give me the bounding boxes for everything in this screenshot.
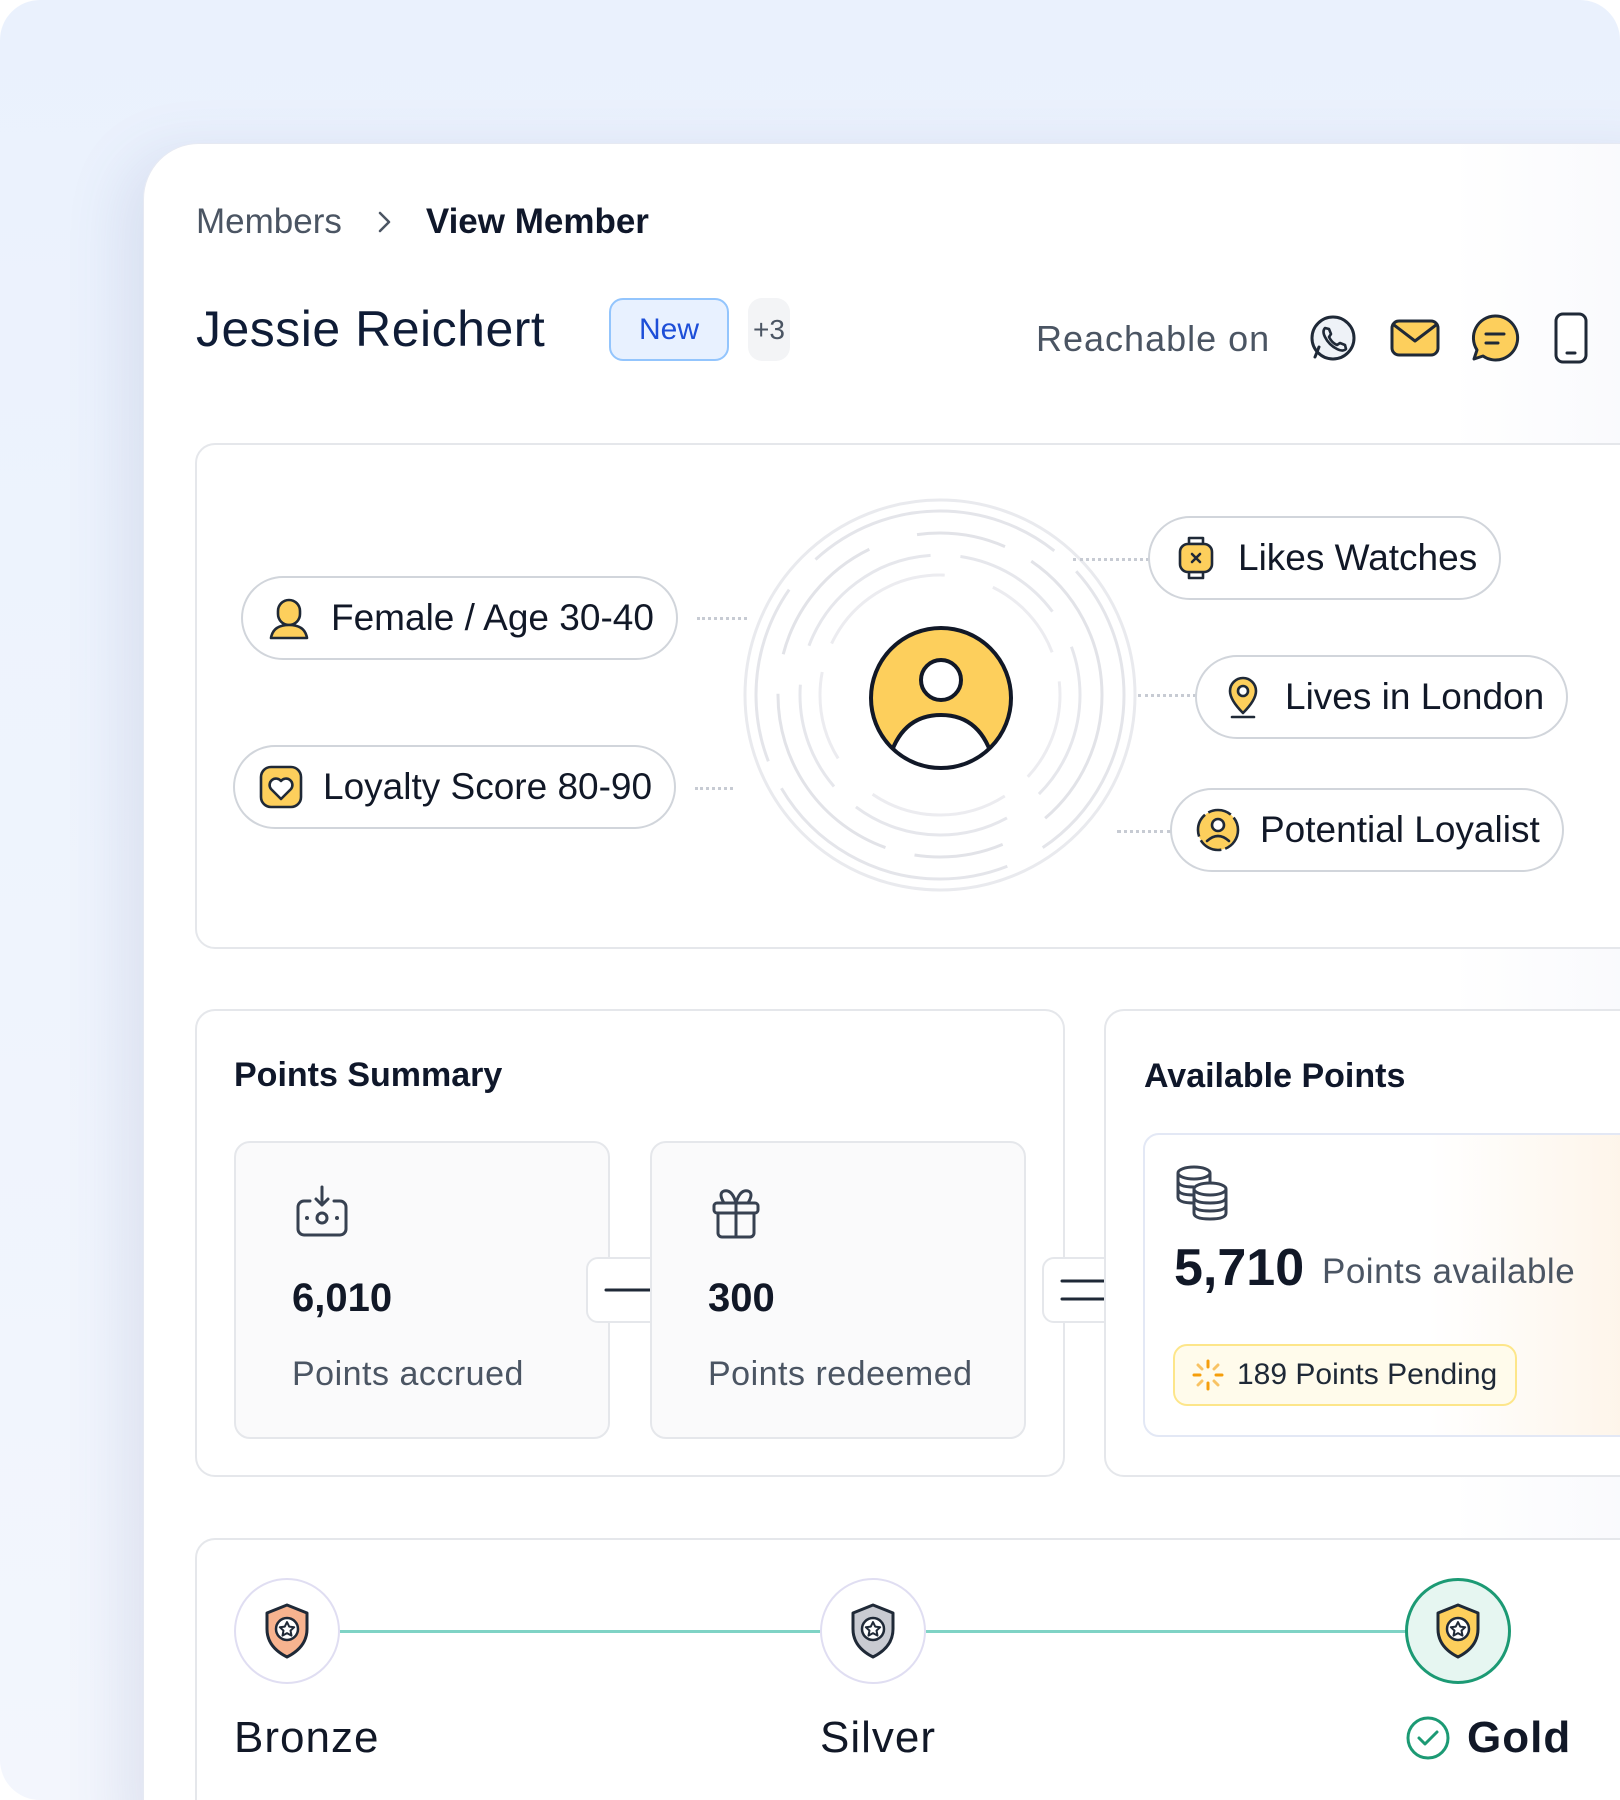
tier-node-silver[interactable]: [820, 1578, 926, 1684]
trait-interest: Likes Watches: [1148, 516, 1502, 600]
tier-label-gold: Gold: [1467, 1713, 1572, 1762]
trait-label: Lives in London: [1285, 676, 1545, 717]
email-icon[interactable]: [1388, 311, 1442, 365]
trait-label: Likes Watches: [1238, 537, 1478, 578]
status-badge-new: New: [609, 298, 729, 361]
trait-label: Potential Loyalist: [1260, 809, 1540, 850]
points-accrued-box: 6,010 Points accrued: [234, 1141, 610, 1439]
connector-line: [1138, 694, 1196, 697]
tier-connector: [926, 1630, 1406, 1633]
user-circle-icon: [1196, 808, 1240, 852]
pending-points-label: 189 Points Pending: [1237, 1358, 1498, 1391]
trait-gender-age: Female / Age 30-40: [241, 576, 678, 660]
gift-icon: [712, 1189, 760, 1239]
connector-line: [1073, 558, 1149, 561]
equals-icon: [1060, 1279, 1110, 1301]
points-redeemed-label: Points redeemed: [708, 1355, 973, 1393]
points-redeemed-box: 300 Points redeemed: [650, 1141, 1026, 1439]
location-pin-icon: [1228, 676, 1258, 719]
available-points-value: 5,710: [1174, 1239, 1305, 1297]
reachable-on-label: Reachable on: [1036, 318, 1271, 359]
chat-icon[interactable]: [1468, 311, 1522, 365]
whatsapp-icon[interactable]: [1306, 311, 1360, 365]
chevron-right-icon: [360, 208, 408, 236]
connector-line: [695, 787, 733, 790]
coins-icon: [1176, 1165, 1228, 1221]
points-accrued-value: 6,010: [292, 1276, 393, 1320]
tier-node-bronze[interactable]: [234, 1578, 340, 1684]
member-avatar-icon: [869, 626, 1013, 770]
bronze-shield-icon: [265, 1603, 309, 1659]
loading-spinner-icon: [1192, 1359, 1224, 1391]
available-points-label: Points available: [1322, 1252, 1576, 1291]
trait-label: Female / Age 30-40: [331, 597, 654, 638]
trait-location: Lives in London: [1195, 655, 1569, 739]
more-tags-badge[interactable]: +3: [748, 298, 790, 361]
trait-label: Loyalty Score 80-90: [323, 766, 653, 807]
minus-icon: [604, 1288, 654, 1292]
heart-icon: [259, 765, 303, 809]
connector-line: [697, 617, 747, 620]
user-icon: [269, 598, 309, 640]
member-name: Jessie Reichert: [196, 301, 546, 357]
pending-points-badge: 189 Points Pending: [1173, 1344, 1517, 1406]
points-summary-title: Points Summary: [234, 1056, 503, 1094]
points-accrued-label: Points accrued: [292, 1355, 524, 1393]
points-in-icon: [296, 1185, 348, 1237]
breadcrumb-members-link[interactable]: Members: [196, 202, 342, 242]
breadcrumb: Members View Member: [196, 200, 649, 244]
tier-connector: [340, 1630, 820, 1633]
tier-node-gold[interactable]: [1405, 1578, 1511, 1684]
tier-label-silver: Silver: [820, 1713, 937, 1762]
tier-label-bronze: Bronze: [234, 1713, 380, 1762]
gold-shield-icon: [1436, 1603, 1480, 1659]
check-circle-icon: [1406, 1716, 1450, 1760]
connector-line: [1117, 830, 1171, 833]
watch-icon: [1178, 536, 1214, 580]
trait-segment: Potential Loyalist: [1170, 788, 1564, 872]
trait-loyalty-score: Loyalty Score 80-90: [233, 745, 677, 829]
mobile-icon[interactable]: [1544, 311, 1598, 365]
points-redeemed-value: 300: [708, 1276, 775, 1320]
available-points-title: Available Points: [1144, 1057, 1406, 1095]
breadcrumb-current: View Member: [425, 202, 649, 241]
silver-shield-icon: [851, 1603, 895, 1659]
